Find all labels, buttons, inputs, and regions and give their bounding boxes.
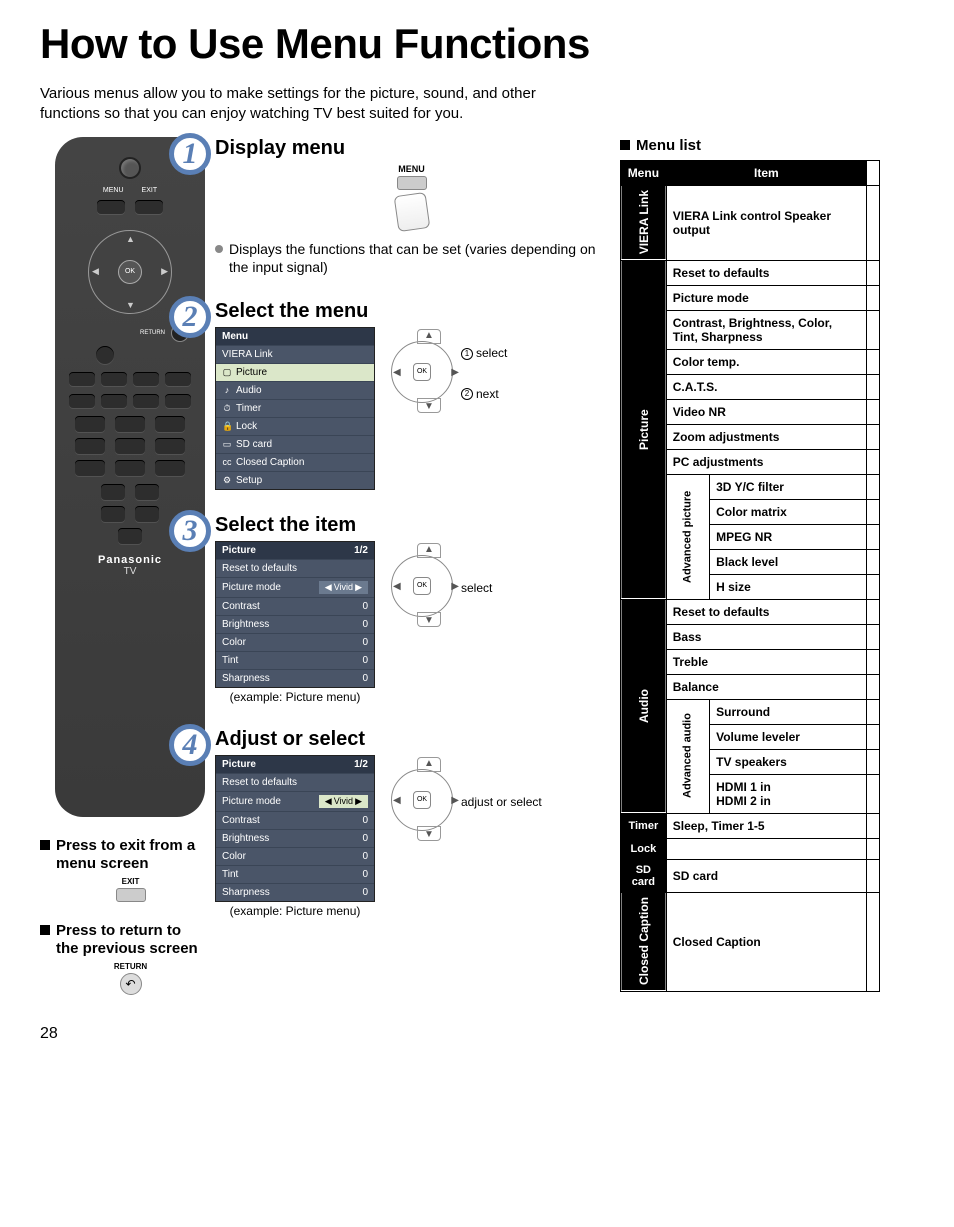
- remote-dpad[interactable]: OK ▲▼◀▶: [80, 222, 180, 322]
- page-number: 28: [40, 1025, 914, 1043]
- menu-list-heading: Menu list: [620, 137, 880, 154]
- exit-note: Press to exit from a menu screen EXIT: [40, 837, 205, 902]
- remote-illustration: MENUEXIT OK ▲▼◀▶ RETURN↶: [55, 137, 205, 817]
- remote-exit-button[interactable]: [135, 200, 163, 214]
- hand-press-icon: [394, 192, 430, 232]
- step-number-icon: 1: [169, 133, 211, 175]
- step-1: 1 Display menu MENU Displays the functio…: [215, 137, 600, 276]
- osd-picture-menu: Picture1/2 Reset to defaults Picture mod…: [215, 755, 375, 902]
- return-button-icon: ↶: [120, 973, 142, 995]
- step-title: Adjust or select: [215, 728, 600, 751]
- remote-brand: Panasonic: [65, 554, 195, 566]
- menu-list-table: MenuItem VIERA LinkVIERA Link control Sp…: [620, 160, 880, 992]
- remote-ok-button[interactable]: OK: [118, 260, 142, 284]
- osd-picture-menu: Picture1/2 Reset to defaults Picture mod…: [215, 541, 375, 688]
- remote-sublabel: TV: [65, 566, 195, 577]
- remote-menu-button[interactable]: [97, 200, 125, 214]
- osd-main-menu: Menu VIERA Link ▢Picture ♪Audio ⏱Timer 🔒…: [215, 327, 375, 490]
- exit-button-icon: [116, 888, 146, 902]
- step-number-icon: 2: [169, 296, 211, 338]
- step-number-icon: 3: [169, 510, 211, 552]
- dpad-icon: OK ▲▼◀▶: [387, 755, 457, 839]
- step-title: Select the menu: [215, 300, 600, 323]
- step-title: Select the item: [215, 514, 600, 537]
- dpad-icon: OK ▲▼◀▶: [387, 541, 457, 625]
- dpad-icon: OK ▲▼◀▶: [387, 327, 457, 411]
- page-title: How to Use Menu Functions: [40, 20, 914, 68]
- step-4: 4 Adjust or select Picture1/2 Reset to d…: [215, 728, 600, 918]
- step-2: 2 Select the menu Menu VIERA Link ▢Pictu…: [215, 300, 600, 490]
- step-number-icon: 4: [169, 724, 211, 766]
- menu-button-icon: [397, 176, 427, 190]
- return-note: Press to return to the previous screen R…: [40, 922, 205, 995]
- step-3: 3 Select the item Picture1/2 Reset to de…: [215, 514, 600, 704]
- step-title: Display menu: [215, 137, 600, 160]
- intro-text: Various menus allow you to make settings…: [40, 84, 580, 125]
